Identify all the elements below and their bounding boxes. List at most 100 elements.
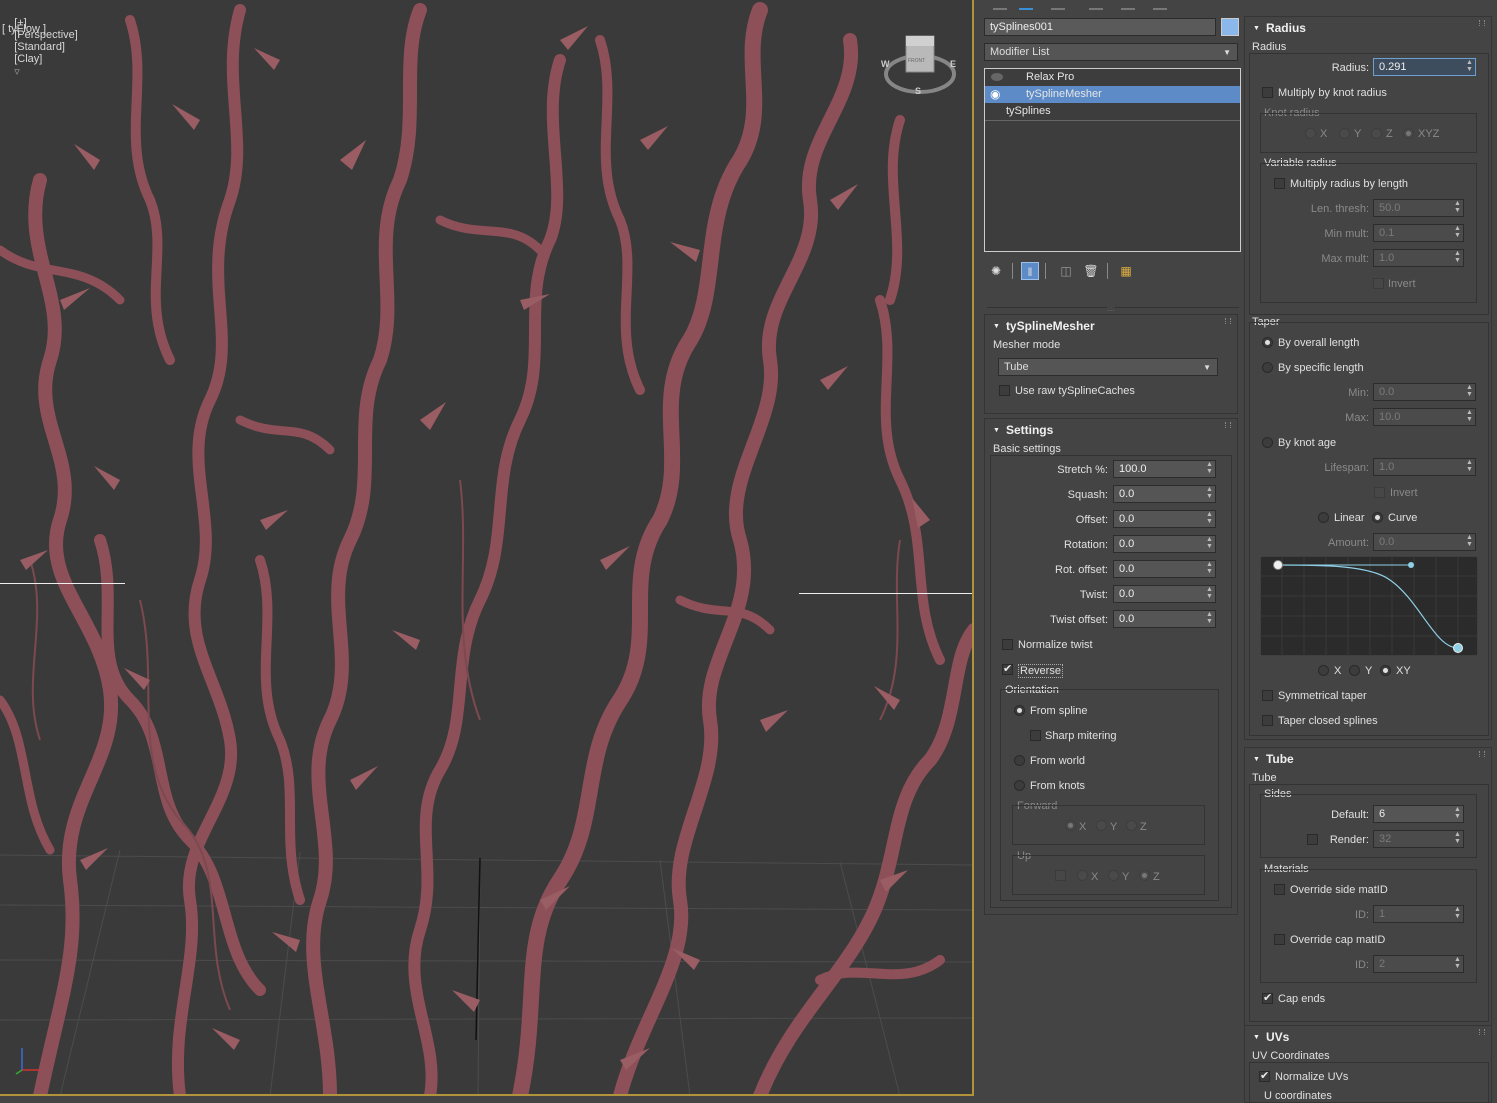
spinner-arrows-icon[interactable]: ▲ ▼ — [1454, 806, 1461, 820]
viewport-clay-label[interactable]: [Clay] — [14, 53, 42, 65]
from-world-radio[interactable] — [1014, 755, 1025, 766]
render-sides-spinner[interactable]: 32 ▲ ▼ — [1373, 830, 1464, 848]
make-unique-icon[interactable]: ◫ — [1057, 262, 1075, 280]
knot-radius-y-radio[interactable] — [1339, 128, 1350, 139]
spinner-arrows-icon[interactable]: ▲ ▼ — [1466, 384, 1473, 398]
rollout-header[interactable]: ▼ Settings — [993, 423, 1053, 437]
pin-stack-icon[interactable]: ✺ — [987, 262, 1005, 280]
viewcube[interactable]: FRONT W E S — [880, 30, 958, 102]
modifier-stack[interactable]: Relax Pro ◉ tySplineMesher tySplines — [984, 68, 1241, 252]
up-z-radio[interactable] — [1139, 870, 1150, 881]
spinner-arrows-icon[interactable]: ▲ ▼ — [1206, 536, 1213, 550]
override-side-matid-checkbox[interactable] — [1274, 884, 1285, 895]
rollout-header[interactable]: ▼ Tube — [1253, 752, 1294, 766]
viewport-shading-label[interactable]: [Standard] — [14, 41, 65, 53]
taper-x-radio[interactable] — [1318, 665, 1329, 676]
side-id-spinner[interactable]: 1 ▲ ▼ — [1373, 905, 1464, 923]
modifier-list-dropdown[interactable]: Modifier List ▼ — [984, 43, 1238, 61]
stretch-spinner[interactable]: 100.0 ▲ ▼ — [1113, 460, 1216, 478]
stack-item-tysplinemesher[interactable]: ◉ tySplineMesher — [985, 86, 1240, 103]
hierarchy-tab-icon[interactable] — [1051, 0, 1065, 10]
use-raw-caches-checkbox[interactable] — [999, 385, 1010, 396]
radius-spinner[interactable]: 0.291 ▲ ▼ — [1373, 58, 1476, 76]
reverse-checkbox[interactable] — [1002, 662, 1013, 675]
by-knot-age-radio[interactable] — [1262, 437, 1273, 448]
eye-icon[interactable]: ◉ — [990, 86, 1000, 103]
sharp-mitering-checkbox[interactable] — [1030, 730, 1041, 741]
taper-xy-radio[interactable] — [1380, 665, 1391, 676]
filter-icon[interactable]: ▿ — [14, 66, 20, 78]
motion-tab-icon[interactable] — [1089, 0, 1103, 10]
object-color-swatch[interactable] — [1221, 18, 1239, 36]
spinner-arrows-icon[interactable]: ▲ ▼ — [1206, 611, 1213, 625]
up-flip-checkbox[interactable] — [1055, 870, 1066, 881]
spinner-arrows-icon[interactable]: ▲ ▼ — [1466, 409, 1473, 423]
spinner-arrows-icon[interactable]: ▲ ▼ — [1206, 461, 1213, 475]
utilities-tab-icon[interactable] — [1153, 0, 1167, 10]
symmetrical-taper-checkbox[interactable] — [1262, 690, 1273, 701]
multiply-length-checkbox[interactable] — [1274, 178, 1285, 189]
cap-ends-checkbox[interactable] — [1262, 991, 1273, 1004]
rollout-grip-icon[interactable] — [1225, 422, 1231, 428]
rollout-grip-icon[interactable] — [1479, 1029, 1485, 1035]
trash-icon[interactable]: 🗑 — [1082, 262, 1100, 280]
taper-invert-checkbox[interactable] — [1374, 487, 1385, 498]
normalize-twist-checkbox[interactable] — [1002, 639, 1013, 650]
spinner-arrows-icon[interactable]: ▲ ▼ — [1454, 225, 1461, 239]
rotation-spinner[interactable]: 0.0 ▲ ▼ — [1113, 535, 1216, 553]
up-y-radio[interactable] — [1108, 870, 1119, 881]
spinner-arrows-icon[interactable]: ▲ ▼ — [1206, 586, 1213, 600]
linear-radio[interactable] — [1318, 512, 1329, 523]
perspective-viewport[interactable]: [+] [Perspective] [Standard] [Clay] ▿ [ … — [0, 0, 974, 1096]
spinner-arrows-icon[interactable]: ▲ ▼ — [1206, 486, 1213, 500]
spinner-arrows-icon[interactable]: ▲ ▼ — [1466, 459, 1473, 473]
max-mult-spinner[interactable]: 1.0 ▲ ▼ — [1373, 249, 1464, 267]
taper-curve-editor[interactable] — [1260, 556, 1478, 656]
rollout-grip-icon[interactable] — [1479, 751, 1485, 757]
eye-off-icon[interactable] — [991, 73, 1003, 81]
rollout-grip-icon[interactable] — [1479, 20, 1485, 26]
offset-spinner[interactable]: 0.0 ▲ ▼ — [1113, 510, 1216, 528]
normalize-uvs-checkbox[interactable] — [1259, 1069, 1270, 1082]
rollout-header[interactable]: ▼ Radius — [1253, 21, 1306, 35]
mesher-mode-dropdown[interactable]: Tube ▼ — [998, 358, 1218, 376]
rollout-header[interactable]: ▼ tySplineMesher — [993, 319, 1095, 333]
twist-offset-spinner[interactable]: 0.0 ▲ ▼ — [1113, 610, 1216, 628]
curve-radio[interactable] — [1372, 512, 1383, 523]
rot-offset-spinner[interactable]: 0.0 ▲ ▼ — [1113, 560, 1216, 578]
spinner-arrows-icon[interactable]: ▲ ▼ — [1454, 906, 1461, 920]
taper-min-spinner[interactable]: 0.0 ▲ ▼ — [1373, 383, 1476, 401]
modify-tab-icon[interactable] — [1019, 0, 1033, 10]
object-name-field[interactable]: tySplines001 — [984, 18, 1216, 36]
show-end-result-icon[interactable]: ‖ — [1021, 262, 1039, 280]
by-overall-length-radio[interactable] — [1262, 337, 1273, 348]
taper-closed-checkbox[interactable] — [1262, 715, 1273, 726]
rollout-header[interactable]: ▼ UVs — [1253, 1030, 1289, 1044]
from-knots-radio[interactable] — [1014, 780, 1025, 791]
stack-item-relax-pro[interactable]: Relax Pro — [985, 69, 1240, 86]
spinner-arrows-icon[interactable]: ▲ ▼ — [1466, 534, 1473, 548]
up-x-radio[interactable] — [1077, 870, 1088, 881]
tyflow-label[interactable]: [ tyFlow ] — [2, 23, 46, 35]
spinner-arrows-icon[interactable]: ▲ ▼ — [1206, 511, 1213, 525]
twist-spinner[interactable]: 0.0 ▲ ▼ — [1113, 585, 1216, 603]
spinner-arrows-icon[interactable]: ▲ ▼ — [1454, 250, 1461, 264]
spinner-arrows-icon[interactable]: ▲ ▼ — [1454, 956, 1461, 970]
knot-radius-z-radio[interactable] — [1371, 128, 1382, 139]
amount-spinner[interactable]: 0.0 ▲ ▼ — [1373, 533, 1476, 551]
knot-radius-xyz-radio[interactable] — [1403, 128, 1414, 139]
rollout-grip-icon[interactable] — [1225, 318, 1231, 324]
resize-grip-icon[interactable]: :::: — [1107, 306, 1115, 313]
taper-max-spinner[interactable]: 10.0 ▲ ▼ — [1373, 408, 1476, 426]
forward-x-radio[interactable] — [1065, 820, 1076, 831]
forward-y-radio[interactable] — [1096, 820, 1107, 831]
display-tab-icon[interactable] — [1121, 0, 1135, 10]
multiply-knot-radius-checkbox[interactable] — [1262, 87, 1273, 98]
taper-y-radio[interactable] — [1349, 665, 1360, 676]
knot-radius-x-radio[interactable] — [1305, 128, 1316, 139]
stack-item-tysplines[interactable]: tySplines — [985, 103, 1240, 121]
spinner-arrows-icon[interactable]: ▲ ▼ — [1466, 59, 1473, 73]
from-spline-radio[interactable] — [1014, 705, 1025, 716]
spinner-arrows-icon[interactable]: ▲ ▼ — [1206, 561, 1213, 575]
min-mult-spinner[interactable]: 0.1 ▲ ▼ — [1373, 224, 1464, 242]
